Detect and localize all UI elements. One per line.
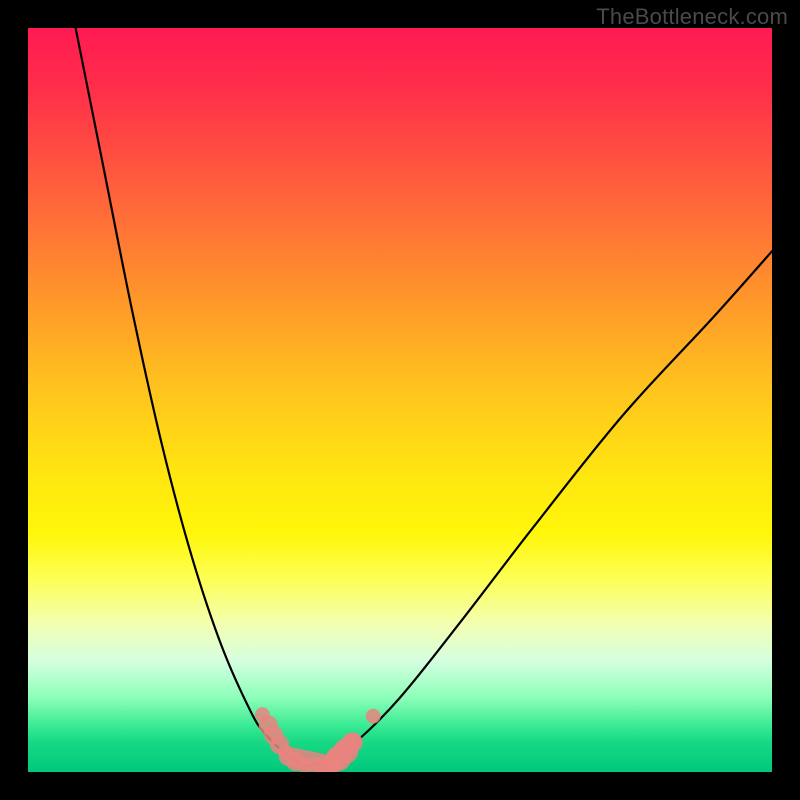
plot-area [28,28,772,772]
chart-svg [28,28,772,772]
right-curve [311,251,772,766]
curve-marker [342,733,361,752]
outer-frame: TheBottleneck.com [0,0,800,800]
curve-marker [366,709,381,724]
watermark-text: TheBottleneck.com [596,4,788,30]
left-curve [73,28,311,766]
